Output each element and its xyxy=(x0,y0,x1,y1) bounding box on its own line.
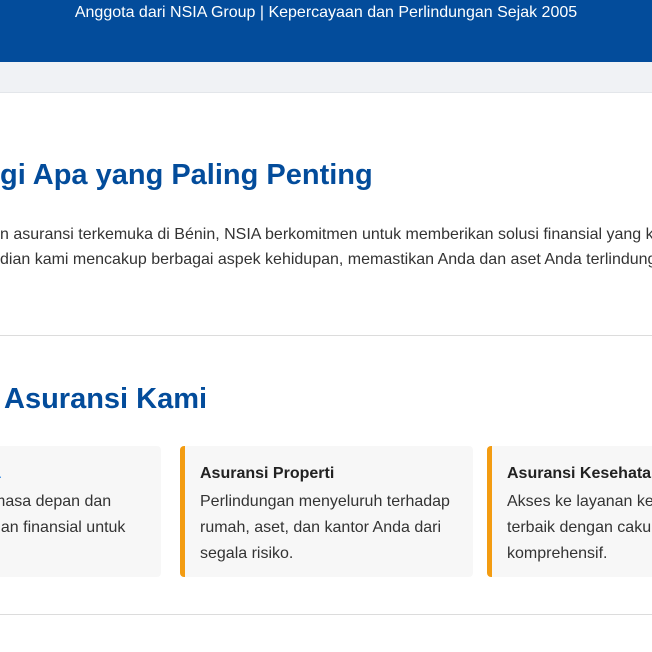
service-card-line: Akses ke layanan ke xyxy=(507,493,652,510)
banner-tagline: Anggota dari NSIA Group | Kepercayaan da… xyxy=(74,4,578,21)
service-card-line: segala risiko. xyxy=(200,545,294,562)
main-content: gi Apa yang Paling Penting n asuransi te… xyxy=(0,93,652,652)
service-card-line: nan finansial untuk xyxy=(0,519,126,536)
service-card-life[interactable]: a masa depan dan nan finansial untuk xyxy=(0,446,161,577)
service-card-line: masa depan dan xyxy=(0,493,112,510)
service-card-line: Perlindungan menyeluruh terhadap xyxy=(200,493,450,510)
service-card-health[interactable]: Asuransi Kesehata Akses ke layanan ke te… xyxy=(487,446,652,577)
section-divider xyxy=(0,614,652,615)
service-card-line: terbaik dengan caku xyxy=(507,519,652,536)
page-viewport: Anggota dari NSIA Group | Kepercayaan da… xyxy=(0,0,652,652)
service-card-description: Akses ke layanan ke terbaik dengan caku … xyxy=(507,489,652,567)
top-banner: Anggota dari NSIA Group | Kepercayaan da… xyxy=(0,0,652,62)
service-card-line: rumah, aset, dan kantor Anda dari xyxy=(200,519,442,536)
service-card-title: Asuransi Kesehata xyxy=(507,465,652,482)
services-title: Asuransi Kami xyxy=(4,383,208,415)
service-card-property[interactable]: Asuransi Properti Perlindungan menyeluru… xyxy=(180,446,473,577)
navigation-bar xyxy=(0,62,652,93)
hero-paragraph-line-1: n asuransi terkemuka di Bénin, NSIA berk… xyxy=(0,226,652,243)
hero-paragraph-line-2: dian kami mencakup berbagai aspek kehidu… xyxy=(0,251,652,268)
hero-title: gi Apa yang Paling Penting xyxy=(0,159,373,191)
service-card-line: komprehensif. xyxy=(507,545,608,562)
section-divider xyxy=(0,335,652,336)
service-card-title: Asuransi Properti xyxy=(200,465,335,482)
service-card-description: masa depan dan nan finansial untuk xyxy=(0,489,125,541)
service-card-title[interactable]: a xyxy=(0,464,1,484)
service-card-description: Perlindungan menyeluruh terhadap rumah, … xyxy=(200,489,450,567)
